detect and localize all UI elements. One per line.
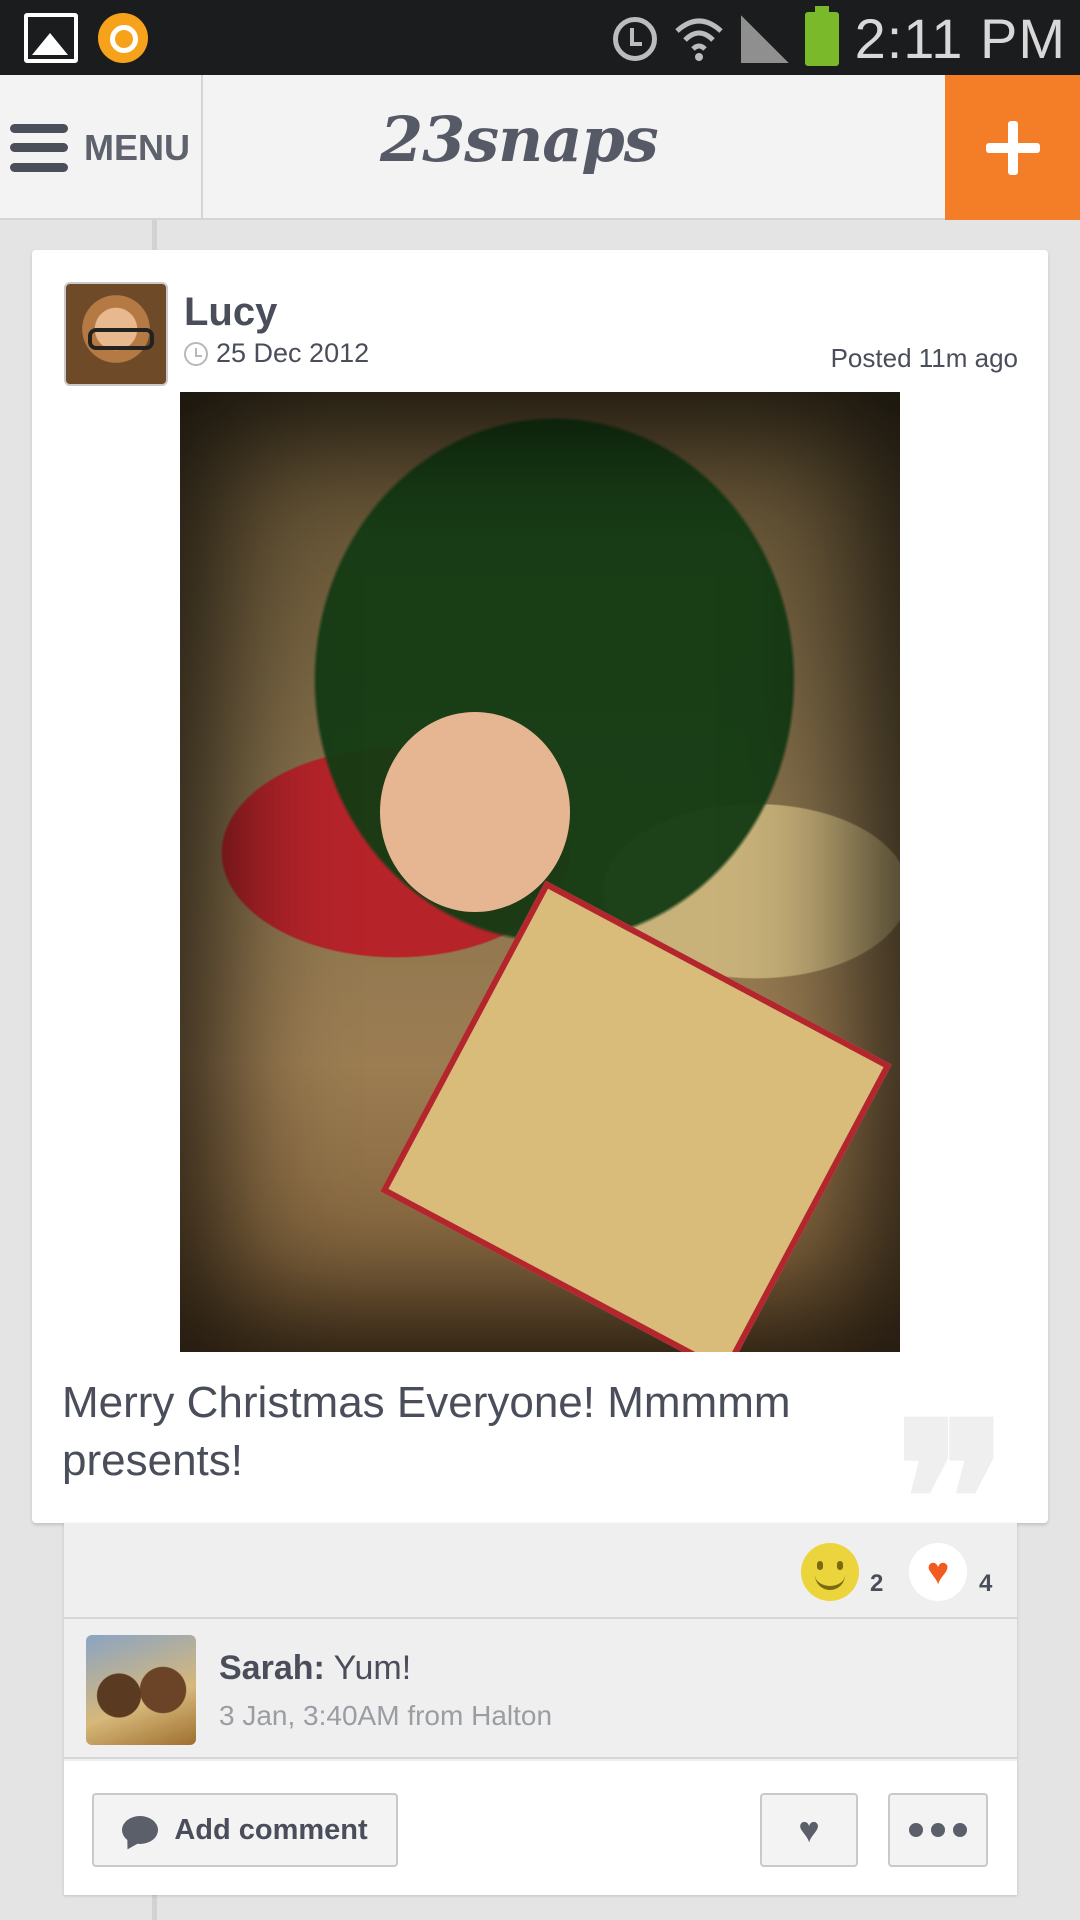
status-bar: 2:11 PM <box>0 0 1080 75</box>
more-dot-icon <box>909 1823 923 1837</box>
comment-text-line: Sarah: Yum! <box>219 1649 411 1688</box>
alarm-icon <box>612 16 657 61</box>
post-photo[interactable] <box>180 392 900 1352</box>
add-snap-button[interactable] <box>945 75 1080 220</box>
more-options-button[interactable] <box>888 1793 988 1867</box>
post-date-row: 25 Dec 2012 <box>184 338 369 369</box>
reactions-bar: 2 ♥ 4 <box>64 1523 1017 1619</box>
heart-reaction[interactable]: ♥ <box>909 1543 967 1601</box>
comment-item <box>64 1619 1017 1759</box>
wifi-icon <box>673 13 725 65</box>
heart-icon: ♥ <box>798 1809 820 1850</box>
author-avatar[interactable] <box>64 282 168 386</box>
battery-icon <box>804 5 839 66</box>
speech-bubble-icon <box>122 1816 159 1844</box>
app-logo: 23snaps <box>380 103 659 176</box>
menu-label: MENU <box>84 126 190 168</box>
avast-icon <box>98 13 148 63</box>
status-bar-system: 2:11 PM <box>612 5 1066 71</box>
comment-author[interactable]: Sarah: <box>219 1649 325 1687</box>
comment-text: Yum! <box>324 1649 412 1687</box>
more-dot-icon <box>953 1823 967 1837</box>
gallery-icon <box>24 13 78 63</box>
comment-meta: 3 Jan, 3:40AM from Halton <box>219 1700 553 1731</box>
add-comment-button[interactable]: Add comment <box>92 1793 398 1867</box>
commenter-avatar[interactable] <box>86 1635 196 1745</box>
add-comment-label: Add comment <box>174 1813 368 1846</box>
post-actions: Add comment ♥ <box>64 1761 1017 1895</box>
smile-count: 2 <box>870 1570 884 1597</box>
signal-icon <box>740 14 789 63</box>
smile-icon[interactable] <box>801 1543 859 1601</box>
posted-time: Posted 11m ago <box>830 343 1018 373</box>
status-time: 2:11 PM <box>854 7 1066 70</box>
plus-icon <box>985 120 1040 175</box>
post-date: 25 Dec 2012 <box>216 338 370 368</box>
like-button[interactable]: ♥ <box>760 1793 858 1867</box>
app-bar: MENU 23snaps <box>0 75 1080 220</box>
photo-vignette <box>180 392 900 1352</box>
clock-icon <box>184 341 208 366</box>
status-bar-notifications <box>24 13 148 63</box>
heart-icon: ♥ <box>926 1551 950 1593</box>
heart-count: 4 <box>979 1570 993 1597</box>
post-card: Lucy 25 Dec 2012 Posted 11m ago Merry Ch… <box>32 250 1048 1605</box>
more-dot-icon <box>931 1823 945 1837</box>
post-interactions-panel: 2 ♥ 4 Sarah: Yum! 3 Jan, 3:40AM from Hal… <box>64 1523 1017 1895</box>
post-caption: Merry Christmas Everyone! Mmmmm presents… <box>62 1378 791 1485</box>
post-author[interactable]: Lucy <box>184 290 277 335</box>
menu-button[interactable]: MENU <box>0 75 203 220</box>
hamburger-icon <box>10 123 68 172</box>
